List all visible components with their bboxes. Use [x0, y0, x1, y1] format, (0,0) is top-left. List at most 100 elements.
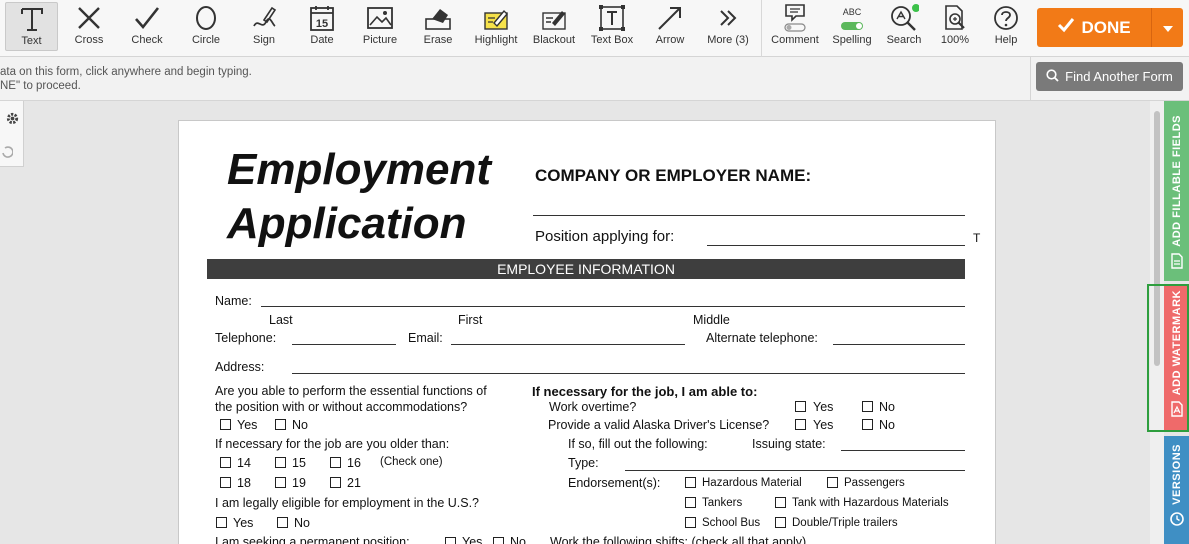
age-14-checkbox[interactable]: [220, 457, 231, 468]
company-field[interactable]: [533, 215, 965, 216]
permanent-yes-checkbox[interactable]: [445, 537, 456, 544]
blackout-tool-button[interactable]: Blackout: [527, 2, 581, 51]
comment-label: Comment: [771, 34, 819, 46]
erase-tool-label: Erase: [423, 34, 453, 46]
highlight-icon: [482, 2, 510, 34]
add-fillable-fields-tab[interactable]: ADD FILLABLE FIELDS: [1164, 101, 1189, 281]
text-tool-button[interactable]: Text: [5, 2, 58, 51]
comment-button[interactable]: Comment: [767, 2, 823, 51]
versions-tab[interactable]: VERSIONS: [1164, 436, 1189, 544]
age-21-label: 21: [347, 476, 361, 490]
toolbar-separator: [761, 0, 762, 57]
erase-tool-button[interactable]: Erase: [413, 2, 463, 51]
license-no-checkbox[interactable]: [862, 419, 873, 430]
zoom-button[interactable]: 100%: [933, 2, 977, 51]
passengers-checkbox[interactable]: [827, 477, 838, 488]
eligible-yes-checkbox[interactable]: [216, 517, 227, 528]
add-fillable-fields-label: ADD FILLABLE FIELDS: [1170, 115, 1183, 247]
essential-yes-checkbox[interactable]: [220, 419, 231, 430]
cross-icon: [76, 2, 102, 34]
spelling-button[interactable]: ABC Spelling: [827, 2, 877, 51]
add-watermark-tab[interactable]: ADD WATERMARK: [1164, 284, 1189, 432]
sign-icon: [250, 2, 278, 34]
scroll-thumb[interactable]: [1154, 111, 1160, 366]
add-watermark-label: ADD WATERMARK: [1170, 290, 1183, 396]
age-19-checkbox[interactable]: [275, 477, 286, 488]
overtime-yes-checkbox[interactable]: [795, 401, 806, 412]
age-15-checkbox[interactable]: [275, 457, 286, 468]
zoom-icon: [942, 2, 968, 34]
endorsements-label: Endorsement(s):: [568, 476, 661, 490]
sign-tool-button[interactable]: Sign: [239, 2, 289, 51]
age-16-label: 16: [347, 456, 361, 470]
highlight-tool-button[interactable]: Highlight: [469, 2, 523, 51]
t-letter: T: [973, 231, 981, 245]
left-panel: [0, 101, 24, 167]
blackout-tool-label: Blackout: [532, 34, 576, 46]
name-label: Name:: [215, 294, 252, 308]
cross-tool-button[interactable]: Cross: [64, 2, 114, 51]
age-21-checkbox[interactable]: [330, 477, 341, 488]
alt-phone-field[interactable]: [833, 344, 965, 345]
age-16-checkbox[interactable]: [330, 457, 341, 468]
textbox-tool-button[interactable]: Text Box: [586, 2, 638, 51]
permanent-no-checkbox[interactable]: [493, 537, 504, 544]
double-triple-checkbox[interactable]: [775, 517, 786, 528]
done-dropdown-toggle[interactable]: [1151, 8, 1183, 47]
done-button[interactable]: DONE: [1037, 8, 1183, 47]
arrow-icon: [656, 2, 684, 34]
issuing-state-field[interactable]: [841, 450, 965, 451]
middle-label: Middle: [693, 313, 730, 327]
info-separator: [1030, 57, 1031, 101]
search-button[interactable]: Search: [880, 2, 928, 51]
done-main[interactable]: DONE: [1037, 8, 1151, 47]
watermark-icon: [1170, 401, 1184, 420]
gear-icon[interactable]: [5, 111, 20, 131]
name-field[interactable]: [261, 306, 965, 307]
toolbar: Text Cross Check Circle Sign 15 Date Pic…: [0, 0, 1189, 57]
email-field[interactable]: [451, 344, 685, 345]
find-another-form-button[interactable]: Find Another Form: [1036, 62, 1183, 91]
refresh-icon[interactable]: [1, 145, 14, 164]
check-tool-button[interactable]: Check: [122, 2, 172, 51]
age-18-checkbox[interactable]: [220, 477, 231, 488]
tankers-checkbox[interactable]: [685, 497, 696, 508]
more-tools-button[interactable]: More (3): [703, 2, 753, 51]
permanent-yes-label: Yes: [462, 535, 483, 544]
highlight-tool-label: Highlight: [474, 34, 518, 46]
cross-tool-label: Cross: [74, 34, 104, 46]
essential-no-label: No: [292, 418, 308, 432]
school-bus-checkbox[interactable]: [685, 517, 696, 528]
eligible-no-checkbox[interactable]: [277, 517, 288, 528]
address-field[interactable]: [292, 373, 965, 374]
tank-hazardous-checkbox[interactable]: [775, 497, 786, 508]
question-essential-1: Are you able to perform the essential fu…: [215, 384, 487, 398]
position-field[interactable]: [707, 245, 965, 246]
able-header: If necessary for the job, I am able to:: [532, 384, 758, 399]
document-page[interactable]: Employment Application COMPANY OR EMPLOY…: [178, 120, 996, 544]
hazardous-material-checkbox[interactable]: [685, 477, 696, 488]
email-label: Email:: [408, 331, 443, 345]
more-tools-label: More (3): [707, 34, 749, 46]
type-field[interactable]: [625, 470, 965, 471]
title-line-2: Application: [227, 199, 467, 248]
history-icon: [1169, 511, 1185, 530]
overtime-no-checkbox[interactable]: [862, 401, 873, 412]
info-bar: ata on this form, click anywhere and beg…: [0, 57, 1189, 101]
check-icon: [133, 2, 161, 34]
spelling-icon: ABC: [837, 2, 867, 34]
date-tool-button[interactable]: 15 Date: [297, 2, 347, 51]
telephone-field[interactable]: [292, 344, 396, 345]
picture-tool-button[interactable]: Picture: [354, 2, 406, 51]
license-yes-checkbox[interactable]: [795, 419, 806, 430]
circle-tool-button[interactable]: Circle: [181, 2, 231, 51]
overtime-label: Work overtime?: [549, 400, 637, 414]
check-tool-label: Check: [131, 34, 163, 46]
arrow-tool-button[interactable]: Arrow: [645, 2, 695, 51]
essential-no-checkbox[interactable]: [275, 419, 286, 430]
school-bus-label: School Bus: [702, 517, 761, 529]
search-label: Search: [886, 34, 922, 46]
overtime-yes-label: Yes: [813, 400, 834, 414]
help-button[interactable]: Help: [984, 2, 1028, 51]
vertical-scrollbar[interactable]: [1150, 101, 1164, 544]
